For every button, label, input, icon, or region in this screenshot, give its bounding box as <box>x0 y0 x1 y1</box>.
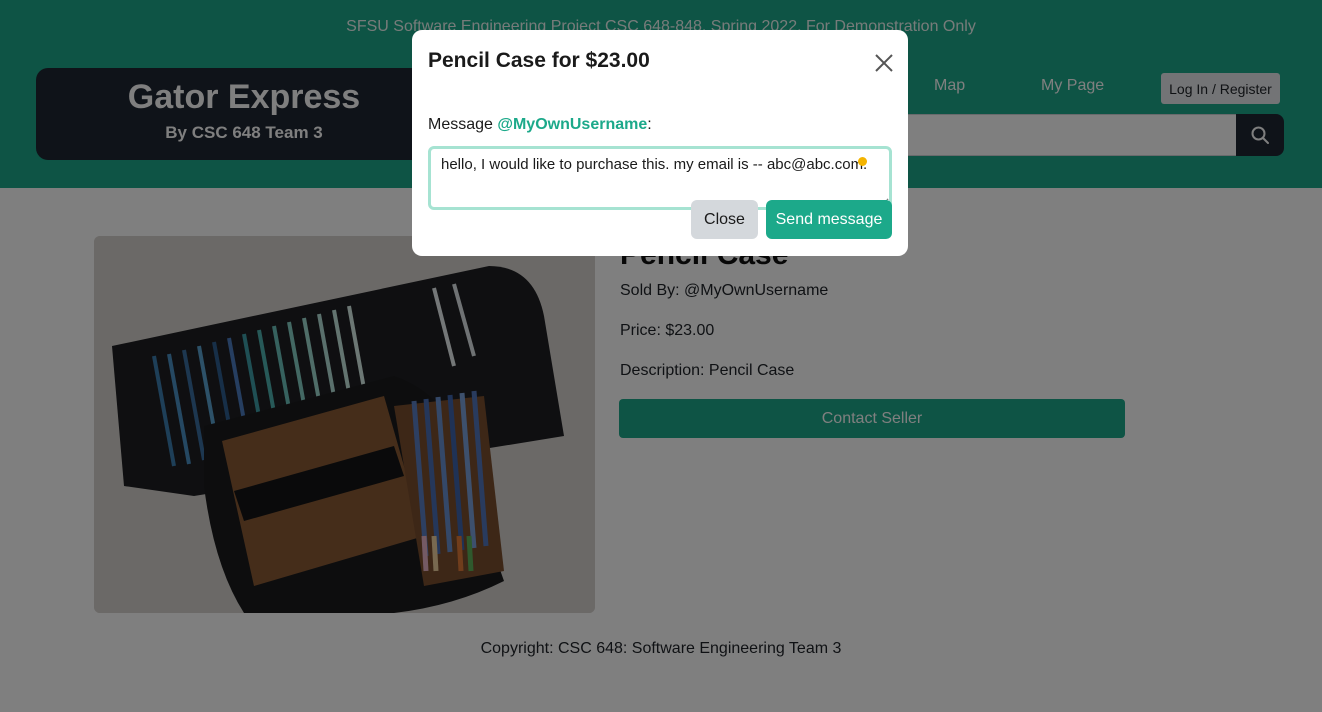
message-prefix: Message <box>428 116 498 133</box>
modal-close-button[interactable]: Close <box>691 200 758 239</box>
modal-title: Pencil Case for $23.00 <box>428 49 650 72</box>
message-label: Message @MyOwnUsername: <box>428 116 652 134</box>
grammar-indicator-icon <box>858 157 867 166</box>
close-icon <box>875 54 893 72</box>
send-message-button[interactable]: Send message <box>766 200 892 239</box>
modal-close-x-button[interactable] <box>871 50 897 76</box>
message-suffix: : <box>647 116 652 133</box>
contact-modal: Pencil Case for $23.00 Message @MyOwnUse… <box>412 30 908 256</box>
seller-username: @MyOwnUsername <box>497 116 648 133</box>
